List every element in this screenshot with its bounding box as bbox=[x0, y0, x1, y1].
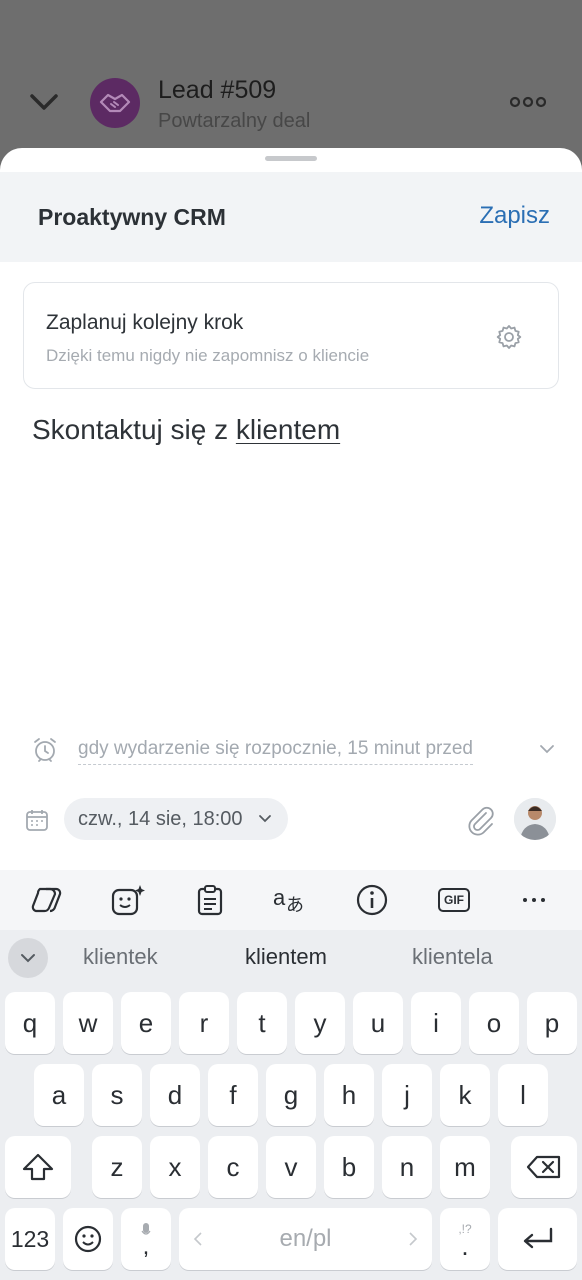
clipboard-icon[interactable] bbox=[192, 883, 228, 917]
comma-key[interactable]: , bbox=[121, 1208, 171, 1270]
paperclip-icon[interactable] bbox=[466, 804, 496, 836]
info-glyph bbox=[356, 884, 388, 916]
key-w[interactable]: w bbox=[63, 992, 113, 1054]
date-row: czw., 14 sie, 18:00 bbox=[0, 796, 582, 844]
key-y[interactable]: y bbox=[295, 992, 345, 1054]
numbers-key[interactable]: 123 bbox=[5, 1208, 55, 1270]
key-p[interactable]: p bbox=[527, 992, 577, 1054]
suggestion-1[interactable]: klientek bbox=[83, 944, 158, 970]
key-f[interactable]: f bbox=[208, 1064, 258, 1126]
backspace-key[interactable] bbox=[511, 1136, 577, 1198]
chevron-right-icon bbox=[409, 1232, 418, 1246]
sticker-glyph bbox=[111, 885, 145, 916]
key-l[interactable]: l bbox=[498, 1064, 548, 1126]
plan-title: Zaplanuj kolejny krok bbox=[46, 311, 244, 334]
keyboard-toolbar: a あ GIF bbox=[0, 870, 582, 930]
key-b[interactable]: b bbox=[324, 1136, 374, 1198]
chevron-down-icon bbox=[259, 815, 271, 823]
enter-icon bbox=[523, 1227, 552, 1249]
lead-avatar bbox=[90, 78, 140, 128]
suggestion-3[interactable]: klientela bbox=[412, 944, 493, 970]
lead-title: Lead #509 bbox=[158, 76, 277, 104]
suggestion-2[interactable]: klientem bbox=[245, 944, 327, 970]
lead-subtitle: Powtarzalny deal bbox=[158, 110, 311, 132]
key-d[interactable]: d bbox=[150, 1064, 200, 1126]
gif-icon[interactable]: GIF bbox=[436, 883, 472, 917]
period-label: . bbox=[461, 1231, 469, 1261]
chevron-left-icon bbox=[193, 1232, 202, 1246]
key-u[interactable]: u bbox=[353, 992, 403, 1054]
shift-key[interactable] bbox=[5, 1136, 71, 1198]
key-m[interactable]: m bbox=[440, 1136, 490, 1198]
key-q[interactable]: q bbox=[5, 992, 55, 1054]
key-k[interactable]: k bbox=[440, 1064, 490, 1126]
handshake-icon bbox=[99, 93, 131, 113]
task-text: Skontaktuj się z bbox=[32, 414, 236, 445]
backspace-icon bbox=[526, 1155, 561, 1179]
emoji-icon bbox=[74, 1225, 102, 1253]
key-s[interactable]: s bbox=[92, 1064, 142, 1126]
collapse-button[interactable] bbox=[8, 938, 48, 978]
shift-icon bbox=[22, 1153, 54, 1181]
chevron-down-icon bbox=[21, 954, 35, 963]
key-z[interactable]: z bbox=[92, 1136, 142, 1198]
bottom-sheet: Proaktywny CRM Zapisz Zaplanuj kolejny k… bbox=[0, 148, 582, 870]
key-j[interactable]: j bbox=[382, 1064, 432, 1126]
sticker-icon[interactable] bbox=[110, 883, 146, 917]
key-r[interactable]: r bbox=[179, 992, 229, 1054]
clipboard-glyph bbox=[197, 885, 223, 916]
more-icon[interactable] bbox=[510, 96, 546, 108]
copilot-glyph bbox=[31, 887, 62, 913]
date-value: czw., 14 sie, 18:00 bbox=[78, 808, 243, 830]
user-avatar[interactable] bbox=[514, 798, 556, 840]
key-i[interactable]: i bbox=[411, 992, 461, 1054]
key-x[interactable]: x bbox=[150, 1136, 200, 1198]
emoji-key[interactable] bbox=[63, 1208, 113, 1270]
sheet-title: Proaktywny CRM bbox=[38, 204, 226, 230]
reminder-select[interactable]: gdy wydarzenie się rozpocznie, 15 minut … bbox=[78, 738, 473, 765]
key-a[interactable]: a bbox=[34, 1064, 84, 1126]
chevron-down-icon bbox=[540, 745, 554, 754]
plan-next-step-card[interactable]: Zaplanuj kolejny krok Dzięki temu nigdy … bbox=[23, 282, 559, 389]
keyboard: a あ GIF klientek klientem klientela q w … bbox=[0, 870, 582, 1280]
drag-handle[interactable] bbox=[265, 156, 317, 161]
space-key[interactable]: en/pl bbox=[179, 1208, 432, 1270]
key-c[interactable]: c bbox=[208, 1136, 258, 1198]
plan-subtitle: Dzięki temu nigdy nie zapomnisz o klienc… bbox=[46, 346, 370, 365]
save-button[interactable]: Zapisz bbox=[479, 202, 550, 230]
translate-glyph: a あ bbox=[273, 885, 304, 915]
key-o[interactable]: o bbox=[469, 992, 519, 1054]
comma-label: , bbox=[142, 1233, 150, 1260]
person-avatar-icon bbox=[514, 798, 556, 840]
reminder-row[interactable]: gdy wydarzenie się rozpocznie, 15 minut … bbox=[0, 732, 582, 772]
key-g[interactable]: g bbox=[266, 1064, 316, 1126]
suggestion-bar: klientek klientem klientela bbox=[0, 932, 582, 984]
more-glyph bbox=[523, 898, 545, 902]
alarm-icon bbox=[34, 738, 56, 762]
sheet-header: Proaktywny CRM Zapisz bbox=[0, 172, 582, 262]
task-text-field[interactable]: Skontaktuj się z klientem bbox=[32, 414, 340, 446]
background-header: Lead #509 Powtarzalny deal bbox=[0, 0, 582, 160]
period-key[interactable]: ,!? . bbox=[440, 1208, 490, 1270]
translate-icon[interactable]: a あ bbox=[272, 883, 308, 917]
more-icon[interactable] bbox=[516, 883, 552, 917]
calendar-icon bbox=[26, 810, 48, 831]
key-v[interactable]: v bbox=[266, 1136, 316, 1198]
space-label: en/pl bbox=[279, 1225, 332, 1252]
chevron-down-icon[interactable] bbox=[28, 88, 60, 118]
gif-badge: GIF bbox=[438, 888, 470, 912]
svg-text:a: a bbox=[273, 885, 286, 910]
date-picker[interactable]: czw., 14 sie, 18:00 bbox=[64, 798, 288, 840]
info-icon[interactable] bbox=[354, 883, 390, 917]
key-h[interactable]: h bbox=[324, 1064, 374, 1126]
enter-key[interactable] bbox=[498, 1208, 577, 1270]
copilot-icon[interactable] bbox=[30, 883, 66, 917]
task-text-underlined: klientem bbox=[235, 414, 341, 445]
key-n[interactable]: n bbox=[382, 1136, 432, 1198]
key-e[interactable]: e bbox=[121, 992, 171, 1054]
gear-icon[interactable] bbox=[495, 323, 523, 351]
key-t[interactable]: t bbox=[237, 992, 287, 1054]
svg-text:あ: あ bbox=[286, 895, 304, 915]
